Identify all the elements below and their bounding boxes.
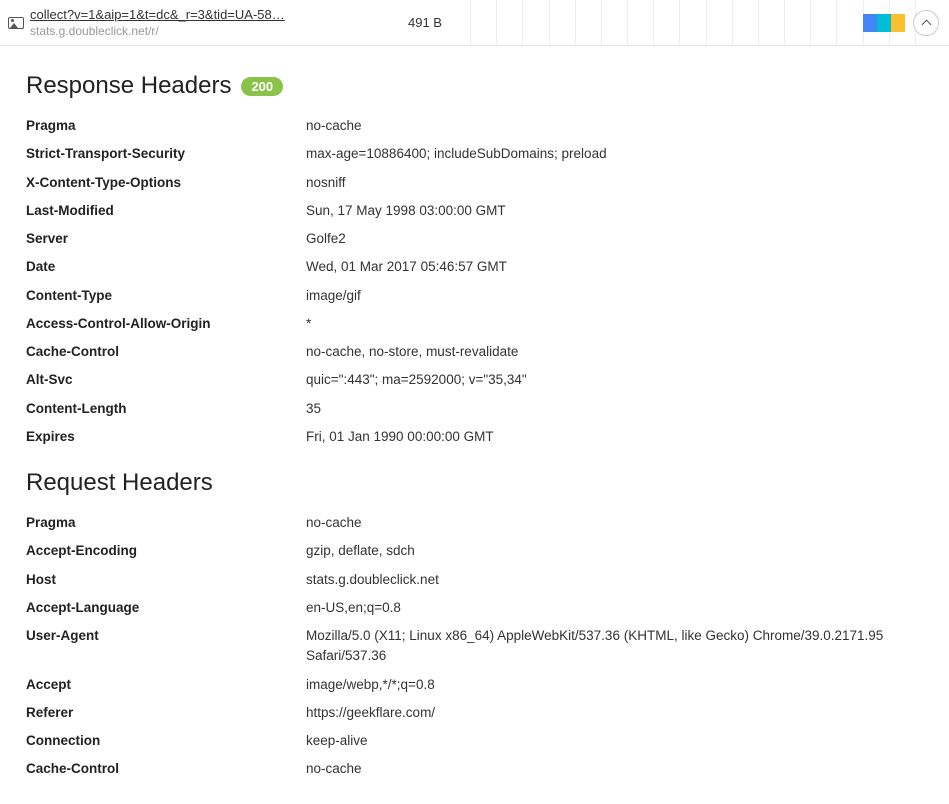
header-row: ServerGolfe2 bbox=[26, 225, 923, 253]
header-name: Last-Modified bbox=[26, 197, 306, 225]
header-row: User-AgentMozilla/5.0 (X11; Linux x86_64… bbox=[26, 622, 923, 671]
header-value: https://geekflare.com/ bbox=[306, 699, 923, 727]
header-row: ExpiresFri, 01 Jan 1990 00:00:00 GMT bbox=[26, 423, 923, 451]
request-headers-title: Request Headers bbox=[26, 469, 923, 497]
header-row: Hoststats.g.doubleclick.net bbox=[26, 566, 923, 594]
header-name: Content-Length bbox=[26, 395, 306, 423]
header-name: User-Agent bbox=[26, 622, 306, 671]
response-headers-table: Pragmano-cacheStrict-Transport-Securitym… bbox=[26, 112, 923, 451]
header-value: no-cache bbox=[306, 755, 923, 783]
header-name: Accept bbox=[26, 671, 306, 699]
response-headers-label: Response Headers bbox=[26, 72, 231, 100]
header-value: keep-alive bbox=[306, 727, 923, 755]
status-badge: 200 bbox=[241, 77, 283, 96]
request-url[interactable]: collect?v=1&aip=1&t=dc&_r=3&tid=UA-58… bbox=[30, 7, 360, 22]
timing-legend bbox=[863, 14, 905, 32]
header-row: Content-Typeimage/gif bbox=[26, 282, 923, 310]
details-panel: Response Headers 200 Pragmano-cacheStric… bbox=[0, 46, 949, 804]
header-name: Strict-Transport-Security bbox=[26, 140, 306, 168]
header-row: Refererhttps://geekflare.com/ bbox=[26, 699, 923, 727]
header-name: Access-Control-Allow-Origin bbox=[26, 310, 306, 338]
header-value: image/webp,*/*;q=0.8 bbox=[306, 671, 923, 699]
header-value: quic=":443"; ma=2592000; v="35,34" bbox=[306, 366, 923, 394]
header-value: image/gif bbox=[306, 282, 923, 310]
header-value: Golfe2 bbox=[306, 225, 923, 253]
collapse-button[interactable] bbox=[913, 10, 939, 36]
header-value: stats.g.doubleclick.net bbox=[306, 566, 923, 594]
header-value: no-cache bbox=[306, 509, 923, 537]
header-value: Sun, 17 May 1998 03:00:00 GMT bbox=[306, 197, 923, 225]
header-name: Accept-Encoding bbox=[26, 537, 306, 565]
header-row: Last-ModifiedSun, 17 May 1998 03:00:00 G… bbox=[26, 197, 923, 225]
response-headers-title: Response Headers 200 bbox=[26, 72, 923, 100]
header-row: Content-Length35 bbox=[26, 395, 923, 423]
header-name: Connection bbox=[26, 727, 306, 755]
chevron-up-icon bbox=[921, 19, 931, 29]
header-value: Fri, 01 Jan 1990 00:00:00 GMT bbox=[306, 423, 923, 451]
header-row: Pragmano-cache bbox=[26, 112, 923, 140]
header-row: Alt-Svcquic=":443"; ma=2592000; v="35,34… bbox=[26, 366, 923, 394]
header-row: Accept-Languageen-US,en;q=0.8 bbox=[26, 594, 923, 622]
header-value: * bbox=[306, 310, 923, 338]
header-name: Pragma bbox=[26, 509, 306, 537]
timing-swatch bbox=[863, 14, 877, 32]
header-value: en-US,en;q=0.8 bbox=[306, 594, 923, 622]
header-name: Referer bbox=[26, 699, 306, 727]
header-name: Alt-Svc bbox=[26, 366, 306, 394]
header-value: no-cache, no-store, must-revalidate bbox=[306, 338, 923, 366]
header-value: gzip, deflate, sdch bbox=[306, 537, 923, 565]
header-row: Connectionkeep-alive bbox=[26, 727, 923, 755]
header-value: Mozilla/5.0 (X11; Linux x86_64) AppleWeb… bbox=[306, 622, 923, 671]
header-value: 35 bbox=[306, 395, 923, 423]
request-size: 491 B bbox=[380, 15, 470, 30]
header-name: Content-Type bbox=[26, 282, 306, 310]
request-host: stats.g.doubleclick.net/r/ bbox=[30, 24, 360, 38]
header-row: X-Content-Type-Optionsnosniff bbox=[26, 169, 923, 197]
header-name: Pragma bbox=[26, 112, 306, 140]
header-name: Host bbox=[26, 566, 306, 594]
request-headers-table: Pragmano-cacheAccept-Encodinggzip, defla… bbox=[26, 509, 923, 784]
resource-type-image-icon bbox=[8, 17, 24, 29]
header-row: Accept-Encodinggzip, deflate, sdch bbox=[26, 537, 923, 565]
header-row: Cache-Controlno-cache, no-store, must-re… bbox=[26, 338, 923, 366]
header-value: Wed, 01 Mar 2017 05:46:57 GMT bbox=[306, 253, 923, 281]
request-url-block[interactable]: collect?v=1&aip=1&t=dc&_r=3&tid=UA-58… s… bbox=[30, 7, 360, 38]
header-value: no-cache bbox=[306, 112, 923, 140]
header-row: Acceptimage/webp,*/*;q=0.8 bbox=[26, 671, 923, 699]
timing-swatch bbox=[891, 14, 905, 32]
header-name: Server bbox=[26, 225, 306, 253]
header-value: max-age=10886400; includeSubDomains; pre… bbox=[306, 140, 923, 168]
header-row: Strict-Transport-Securitymax-age=1088640… bbox=[26, 140, 923, 168]
header-value: nosniff bbox=[306, 169, 923, 197]
header-name: Cache-Control bbox=[26, 338, 306, 366]
request-headers-label: Request Headers bbox=[26, 469, 213, 497]
header-row: Cache-Controlno-cache bbox=[26, 755, 923, 783]
request-summary-row[interactable]: collect?v=1&aip=1&t=dc&_r=3&tid=UA-58… s… bbox=[0, 0, 949, 46]
header-name: Accept-Language bbox=[26, 594, 306, 622]
header-name: Date bbox=[26, 253, 306, 281]
header-row: Pragmano-cache bbox=[26, 509, 923, 537]
header-name: Expires bbox=[26, 423, 306, 451]
timing-swatch bbox=[877, 14, 891, 32]
header-name: X-Content-Type-Options bbox=[26, 169, 306, 197]
header-row: DateWed, 01 Mar 2017 05:46:57 GMT bbox=[26, 253, 923, 281]
header-name: Cache-Control bbox=[26, 755, 306, 783]
header-row: Access-Control-Allow-Origin* bbox=[26, 310, 923, 338]
